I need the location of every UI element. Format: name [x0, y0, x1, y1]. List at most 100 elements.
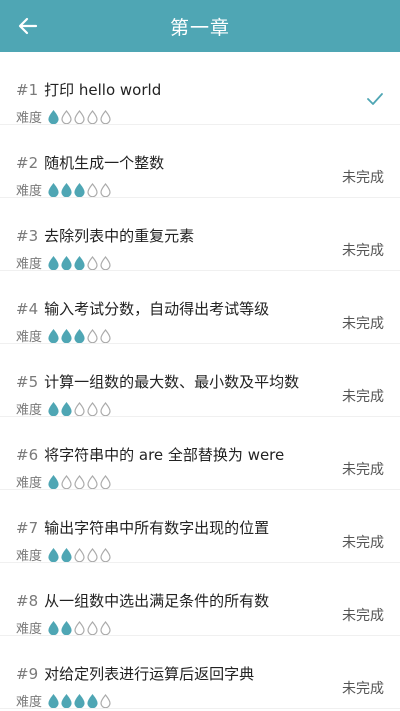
difficulty-rating [48, 547, 113, 562]
difficulty-rating [48, 620, 113, 635]
difficulty-rating [48, 328, 113, 343]
water-drop-filled-icon [61, 401, 72, 416]
exercise-title-text: 去除列表中的重复元素 [44, 227, 195, 245]
water-drop-empty-icon [74, 474, 85, 489]
exercise-title: #6 将字符串中的 are 全部替换为 were [16, 444, 284, 465]
water-drop-filled-icon [87, 693, 98, 708]
exercise-number: #7 [16, 519, 39, 537]
exercise-title: #9 对给定列表进行运算后返回字典 [16, 663, 254, 684]
status-label: 未完成 [342, 681, 384, 697]
exercise-title: #3 去除列表中的重复元素 [16, 225, 194, 246]
page-title: 第一章 [169, 16, 230, 39]
water-drop-empty-icon [100, 474, 111, 489]
water-drop-empty-icon [100, 182, 111, 197]
status-label: 未完成 [342, 170, 384, 186]
exercise-title-text: 随机生成一个整数 [44, 154, 165, 172]
difficulty-rating [48, 401, 113, 416]
exercise-list-item[interactable]: #6 将字符串中的 are 全部替换为 were 难度 未完成 [0, 417, 400, 491]
difficulty-rating [48, 255, 113, 270]
exercise-number: #3 [16, 227, 39, 245]
water-drop-filled-icon [61, 255, 72, 270]
exercise-list-item[interactable]: #9 对给定列表进行运算后返回字典 难度 未完成 [0, 636, 400, 710]
exercise-list-item[interactable]: #3 去除列表中的重复元素 难度 未完成 [0, 198, 400, 272]
exercise-list-item[interactable]: #7 输出字符串中所有数字出现的位置 难度 未完成 [0, 490, 400, 564]
status-label: 未完成 [342, 462, 384, 478]
checkmark-icon [367, 93, 383, 105]
exercise-list-item[interactable]: #2 随机生成一个整数 难度 未完成 [0, 125, 400, 199]
water-drop-empty-icon [100, 401, 111, 416]
water-drop-filled-icon [61, 182, 72, 197]
water-drop-filled-icon [61, 620, 72, 635]
exercise-list: #1 打印 hello world 难度 #2 随机生成一个整数 难度 未完成 #3 去除列表中… [0, 52, 400, 711]
status-label: 未完成 [342, 316, 384, 332]
exercise-list-item[interactable]: #1 打印 hello world 难度 [0, 52, 400, 126]
arrow-left-icon [18, 17, 38, 35]
status-label: 未完成 [342, 389, 384, 405]
exercise-list-item[interactable]: #5 计算一组数的最大数、最小数及平均数 难度 未完成 [0, 344, 400, 418]
water-drop-empty-icon [87, 474, 98, 489]
water-drop-empty-icon [87, 620, 98, 635]
water-drop-empty-icon [100, 328, 111, 343]
exercise-number: #4 [16, 300, 39, 318]
app-bar: 第一章 [0, 0, 400, 52]
water-drop-filled-icon [74, 693, 85, 708]
water-drop-empty-icon [100, 620, 111, 635]
exercise-list-item[interactable]: #4 输入考试分数，自动得出考试等级 难度 未完成 [0, 271, 400, 345]
difficulty-rating [48, 182, 113, 197]
water-drop-filled-icon [48, 620, 59, 635]
water-drop-empty-icon [100, 693, 111, 708]
water-drop-filled-icon [48, 474, 59, 489]
difficulty-rating [48, 474, 113, 489]
status-label: 未完成 [342, 535, 384, 551]
water-drop-filled-icon [48, 547, 59, 562]
water-drop-empty-icon [100, 547, 111, 562]
exercise-title-text: 输入考试分数，自动得出考试等级 [44, 300, 270, 318]
exercise-title: #5 计算一组数的最大数、最小数及平均数 [16, 371, 299, 392]
exercise-number: #8 [16, 592, 39, 610]
water-drop-filled-icon [48, 401, 59, 416]
exercise-title: #7 输出字符串中所有数字出现的位置 [16, 517, 269, 538]
exercise-title-text: 打印 hello world [44, 81, 162, 99]
water-drop-filled-icon [61, 547, 72, 562]
exercise-title-text: 对给定列表进行运算后返回字典 [44, 665, 255, 683]
water-drop-filled-icon [74, 328, 85, 343]
water-drop-filled-icon [48, 182, 59, 197]
exercise-list-item[interactable]: #8 从一组数中选出满足条件的所有数 难度 未完成 [0, 563, 400, 637]
exercise-title-text: 计算一组数的最大数、最小数及平均数 [44, 373, 300, 391]
water-drop-empty-icon [87, 328, 98, 343]
exercise-title: #4 输入考试分数，自动得出考试等级 [16, 298, 269, 319]
water-drop-filled-icon [48, 328, 59, 343]
exercise-number: #6 [16, 446, 39, 464]
water-drop-filled-icon [74, 255, 85, 270]
divider [0, 708, 400, 709]
water-drop-empty-icon [87, 401, 98, 416]
water-drop-empty-icon [74, 401, 85, 416]
water-drop-filled-icon [74, 182, 85, 197]
water-drop-empty-icon [74, 620, 85, 635]
water-drop-empty-icon [87, 255, 98, 270]
status-label: 未完成 [342, 608, 384, 624]
water-drop-empty-icon [87, 182, 98, 197]
water-drop-empty-icon [100, 109, 111, 124]
water-drop-filled-icon [61, 693, 72, 708]
exercise-title-text: 从一组数中选出满足条件的所有数 [44, 592, 270, 610]
water-drop-empty-icon [87, 109, 98, 124]
exercise-number: #1 [16, 81, 39, 99]
status-label: 未完成 [342, 243, 384, 259]
water-drop-empty-icon [87, 547, 98, 562]
exercise-number: #9 [16, 665, 39, 683]
water-drop-empty-icon [61, 109, 72, 124]
water-drop-empty-icon [100, 255, 111, 270]
water-drop-empty-icon [61, 474, 72, 489]
water-drop-filled-icon [48, 109, 59, 124]
water-drop-empty-icon [74, 547, 85, 562]
difficulty-rating [48, 693, 113, 708]
difficulty-rating [48, 109, 113, 124]
exercise-title: #1 打印 hello world [16, 79, 161, 100]
exercise-number: #2 [16, 154, 39, 172]
water-drop-filled-icon [48, 255, 59, 270]
back-button[interactable] [14, 12, 42, 40]
exercise-title-text: 将字符串中的 are 全部替换为 were [44, 446, 285, 464]
exercise-title-text: 输出字符串中所有数字出现的位置 [44, 519, 270, 537]
water-drop-filled-icon [48, 693, 59, 708]
